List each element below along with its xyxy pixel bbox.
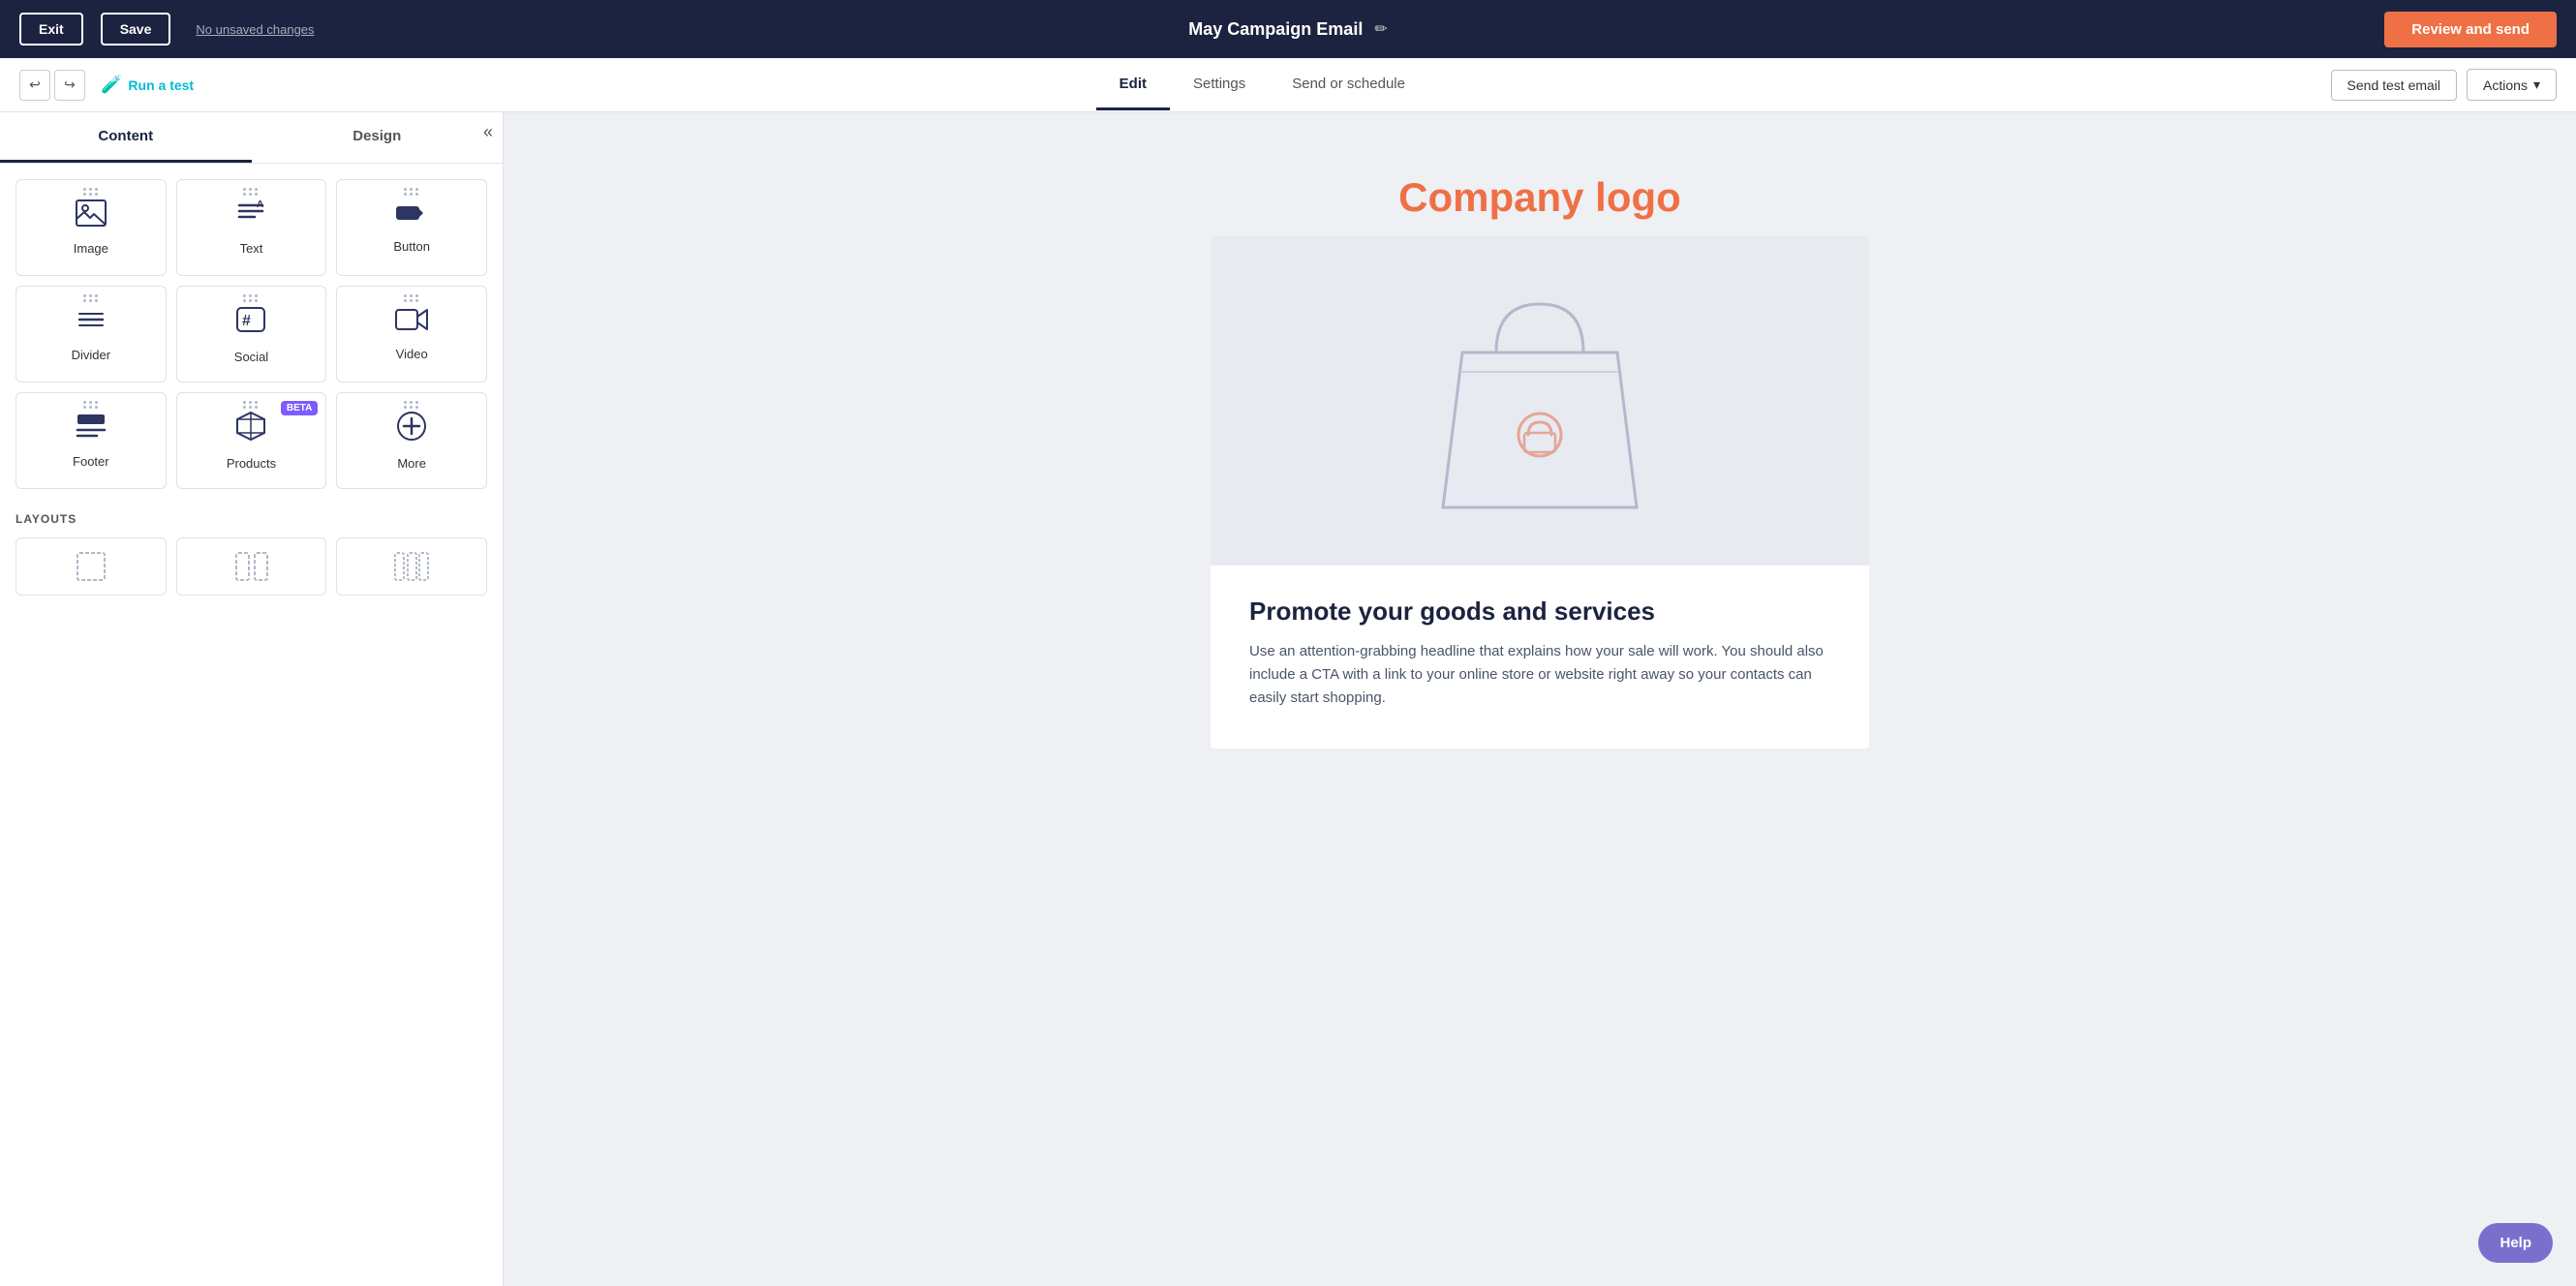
actions-label: Actions [2483,77,2528,93]
shopping-bag-illustration [1404,256,1675,546]
email-logo: Company logo [1211,151,1869,236]
second-bar-left: ↩ ↪ 🧪 Run a test [19,70,194,101]
drag-handle [404,188,419,196]
sidebar: « Content Design Im [0,112,504,1286]
divider-block-label: Divider [72,348,110,362]
layouts-row [0,530,503,603]
layout-three-col[interactable] [336,537,487,596]
drag-handle [243,294,259,302]
undo-button[interactable]: ↩ [19,70,50,101]
svg-text:#: # [242,313,251,329]
undo-redo-group: ↩ ↪ [19,70,85,101]
image-block-label: Image [74,241,108,256]
more-block-icon [396,411,427,448]
tab-settings[interactable]: Settings [1170,60,1269,110]
layouts-section-title: LAYOUTS [0,505,503,530]
email-headline: Promote your goods and services [1249,597,1830,627]
social-block-icon: # [235,304,266,342]
sidebar-collapse-button[interactable]: « [483,122,493,142]
drag-handle [243,401,259,409]
redo-button[interactable]: ↪ [54,70,85,101]
button-block-icon [394,201,429,231]
email-product-image [1211,236,1869,566]
second-bar: ↩ ↪ 🧪 Run a test Edit Settings Send or s… [0,58,2576,112]
beta-badge: BETA [281,401,318,415]
drag-handle [83,188,99,196]
products-block-icon [235,411,266,448]
main-layout: « Content Design Im [0,112,2576,1286]
email-title: May Campaign Email [1188,19,1363,40]
drag-handle [243,188,259,196]
drag-handle [83,294,99,302]
text-block-icon: A [235,199,266,233]
products-block-label: Products [227,456,276,471]
run-test-button[interactable]: 🧪 Run a test [101,75,194,95]
block-text[interactable]: A Text [176,179,327,276]
chevron-down-icon: ▾ [2533,77,2540,93]
top-bar-center: May Campaign Email ✏ [1188,19,1387,40]
flask-icon: 🧪 [101,75,122,95]
second-bar-right: Send test email Actions ▾ [2331,69,2557,101]
actions-button[interactable]: Actions ▾ [2467,69,2557,101]
sidebar-tab-group: Content Design [0,112,503,164]
video-block-icon [395,307,428,339]
top-bar: Exit Save No unsaved changes May Campaig… [0,0,2576,58]
tab-edit[interactable]: Edit [1096,60,1170,110]
drag-handle [404,401,419,409]
layout-two-col[interactable] [176,537,327,596]
email-frame: Company logo [1211,151,1869,1247]
block-image[interactable]: Image [15,179,167,276]
footer-block-icon [76,413,107,446]
footer-block-label: Footer [73,454,109,469]
block-video[interactable]: Video [336,286,487,383]
block-products[interactable]: BETA Products [176,392,327,489]
block-divider[interactable]: Divider [15,286,167,383]
block-button[interactable]: Button [336,179,487,276]
drag-handle [404,294,419,302]
save-button[interactable]: Save [101,13,171,46]
more-block-label: More [397,456,426,471]
block-footer[interactable]: Footer [15,392,167,489]
help-button[interactable]: Help [2478,1223,2553,1263]
text-block-label: Text [240,241,263,256]
edit-title-icon[interactable]: ✏ [1374,19,1387,39]
editor-tabs: Edit Settings Send or schedule [1096,60,1428,110]
sidebar-tab-design[interactable]: Design [252,112,504,163]
run-test-label: Run a test [128,77,194,93]
social-block-label: Social [234,350,268,364]
email-text-section: Promote your goods and services Use an a… [1211,566,1869,749]
unsaved-changes-link[interactable]: No unsaved changes [196,22,314,37]
review-send-button[interactable]: Review and send [2384,12,2557,47]
block-more[interactable]: More [336,392,487,489]
sidebar-tab-content[interactable]: Content [0,112,252,163]
drag-handle [83,401,99,409]
video-block-label: Video [396,347,428,361]
svg-text:A: A [257,199,263,210]
image-block-icon [76,199,107,233]
button-block-label: Button [393,239,430,254]
block-social[interactable]: # Social [176,286,327,383]
top-bar-right: Review and send [2384,12,2557,47]
top-bar-left: Exit Save No unsaved changes [19,13,315,46]
canvas-area: Company logo [504,112,2576,1286]
divider-block-icon [76,306,107,340]
layout-single-col[interactable] [15,537,167,596]
email-body-text: Use an attention-grabbing headline that … [1249,640,1830,710]
exit-button[interactable]: Exit [19,13,83,46]
tab-send-schedule[interactable]: Send or schedule [1269,60,1428,110]
content-blocks-grid: Image A Text [0,164,503,505]
send-test-email-button[interactable]: Send test email [2331,70,2458,101]
email-content-block: Promote your goods and services Use an a… [1211,236,1869,749]
